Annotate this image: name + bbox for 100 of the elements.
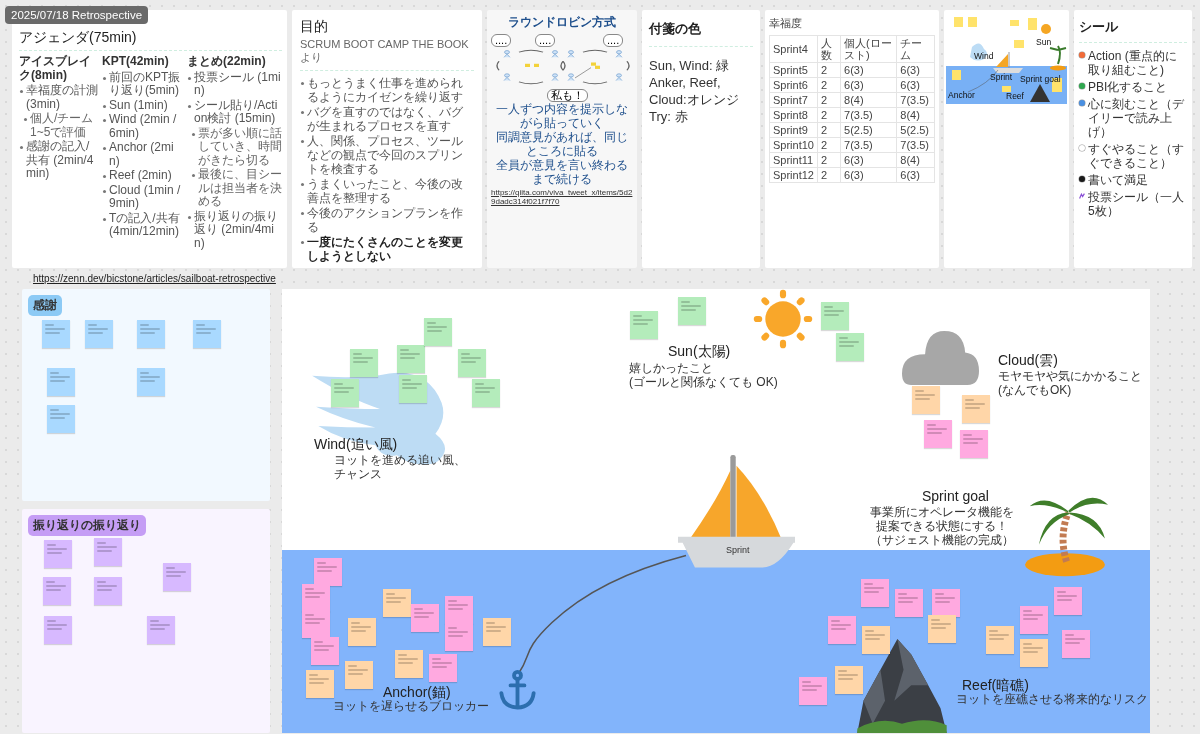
- section-heading: アイスブレイク(8min): [19, 55, 92, 82]
- agenda-subitem: 個人/チーム 1~5で評価: [23, 112, 99, 139]
- table-cell: Sprint10: [769, 137, 818, 153]
- agenda-item: 幸福度の計測 (3min): [19, 84, 99, 111]
- table-cell: Sprint5: [769, 62, 818, 78]
- area-title: Cloud(雲): [998, 352, 1058, 370]
- table-cell: 7(3.5): [840, 107, 897, 123]
- sticker-label: すぐやること（すぐできること）: [1088, 142, 1185, 170]
- table-cell: 7(3.5): [896, 92, 935, 108]
- area-title: Sprint goal: [922, 488, 989, 504]
- table-cell: 6(3): [840, 77, 897, 93]
- purpose-item: もっとうまく仕事を進められるようにカイゼンを繰り返す: [300, 76, 474, 104]
- column-header: 人数: [817, 35, 841, 63]
- thumbnail-label: Anchor: [948, 90, 975, 100]
- area-description: 事業所にオペレータ機能を 提案できる状態にする！ （サジェスト機能の完成）: [870, 505, 1014, 547]
- area-description: 嬉しかったこと (ゴールと関係なくても OK): [629, 361, 778, 389]
- area-description: ヨットを座礁させる将来的なリスク: [956, 692, 1148, 706]
- card-title: アジェンダ(75min): [19, 29, 138, 47]
- table-cell: 6(3): [840, 167, 897, 183]
- thumbnail-label: Sun: [1036, 37, 1052, 47]
- color-rule: Sun, Wind: 緑: [649, 57, 731, 74]
- thumbnail-label: Reef: [1006, 91, 1024, 101]
- speech-bubble: ....: [491, 34, 512, 47]
- purpose-item: 今後のアクションプランを作る: [300, 206, 474, 234]
- frame-label: 2025/07/18 Retrospective: [5, 6, 149, 24]
- sticker-label: Action (重点的に取り組むこと): [1088, 49, 1178, 77]
- agenda-item: 投票シール (1min): [187, 70, 282, 98]
- table-cell: 6(3): [896, 167, 935, 183]
- sticker-label: 投票シール（一人5枚）: [1088, 190, 1185, 218]
- color-rule: Try: 赤: [649, 108, 689, 125]
- card-title: シール: [1079, 18, 1119, 36]
- purpose-item: うまくいったこと、今後の改善点を整理する: [300, 177, 474, 205]
- area-title: Anchor(錨): [383, 684, 451, 700]
- thumbnail-label: Sprint: [990, 72, 1013, 82]
- area-description: ヨットを遅らせるブロッカー: [333, 699, 489, 713]
- purpose-item: 一度にたくさんのことを変更しようとしない: [300, 235, 474, 263]
- sticker-label: 書いて満足: [1088, 173, 1148, 187]
- agenda-item: 前回のKPT振り返り(5min): [102, 70, 184, 98]
- table-cell: 5(2.5): [896, 122, 935, 138]
- speech-bubble: ....: [603, 34, 624, 47]
- table-cell: 5(2.5): [840, 122, 897, 138]
- agenda-item: Tの記入/共有(4min/12min): [102, 211, 184, 239]
- card-title: ラウンドロビン方式: [507, 14, 617, 31]
- area-description: モヤモヤや気にかかること (なんでもOK): [998, 369, 1142, 397]
- agenda-item: Wind (2min / 6min): [102, 113, 184, 140]
- table-cell: 2: [817, 137, 841, 153]
- area-title: Reef(暗礁): [962, 677, 1029, 693]
- card-subtitle: SCRUM BOOT CAMP THE BOOKより: [300, 38, 470, 65]
- column-header: Sprint4: [769, 35, 818, 63]
- section-heading: KPT(42min): [102, 55, 170, 69]
- table-cell: 2: [817, 122, 841, 138]
- table-cell: Sprint7: [769, 92, 818, 108]
- table-cell: Sprint9: [769, 122, 818, 138]
- table-cell: 2: [817, 107, 841, 123]
- card-title: 幸福度: [769, 16, 803, 31]
- caption-line: 一人ずつ内容を提示しながら貼っていく: [495, 102, 629, 130]
- article-link[interactable]: https://zenn.dev/bicstone/articles/sailboat-retrospective: [33, 273, 276, 287]
- color-rule: Anker, Reef, Cloud:オレンジ: [649, 74, 740, 108]
- agenda-item: シール貼り/Action検討 (15min): [187, 98, 282, 126]
- table-cell: 2: [817, 152, 841, 168]
- speech-bubble: 私も！: [547, 89, 588, 102]
- table-cell: 6(3): [896, 77, 935, 93]
- caption-line: 同調意見があれば、同じところに貼る: [495, 130, 629, 158]
- panel-title: 振り返りの振り返り: [28, 515, 146, 536]
- table-cell: 6(3): [840, 62, 897, 78]
- thumbnail-label: Sprint goal: [1020, 74, 1061, 84]
- agenda-subitem: 最後に、目シールは担当者を決める: [191, 168, 282, 209]
- thumbnail-label: Wind: [974, 51, 994, 61]
- table-cell: Sprint8: [769, 107, 818, 123]
- boat-label: Sprint: [726, 545, 750, 555]
- table-cell: 6(3): [840, 152, 897, 168]
- column-header: 個人(ロースト): [840, 35, 897, 63]
- area-description: ヨットを進める追い風、 チャンス: [334, 453, 466, 481]
- table-cell: 2: [817, 77, 841, 93]
- sticker-label: 心に刻むこと（デイリーで読み上げ）: [1088, 97, 1185, 139]
- card-title: 目的: [300, 18, 329, 36]
- table-cell: 7(3.5): [840, 137, 897, 153]
- agenda-item: Reef (2min): [102, 169, 184, 183]
- agenda-item: 振り返りの振り返り (2min/4min): [187, 209, 282, 250]
- source-link[interactable]: https://qiita.com/viva_tweet_x/items/5d29dadc314f021f7f70: [491, 188, 633, 206]
- table-cell: 6(3): [896, 62, 935, 78]
- table-cell: 7(3.5): [896, 137, 935, 153]
- speech-bubble: ....: [535, 34, 556, 47]
- table-cell: Sprint11: [769, 152, 818, 168]
- table-cell: 8(4): [896, 107, 935, 123]
- table-cell: Sprint12: [769, 167, 818, 183]
- table-cell: 2: [817, 92, 841, 108]
- agenda-item: Anchor (2min): [102, 141, 184, 168]
- purpose-item: 人、関係、プロセス、ツールなどの観点で今回のスプリントを検査する: [300, 134, 474, 176]
- agenda-subitem: 票が多い順に話していき、時間がきたら切る: [191, 126, 282, 167]
- table-cell: 8(4): [896, 152, 935, 168]
- sticker-label: PBI化すること: [1088, 80, 1168, 94]
- table-cell: Sprint6: [769, 77, 818, 93]
- section-heading: まとめ(22min): [187, 55, 267, 69]
- table-cell: 2: [817, 62, 841, 78]
- card-title: 付箋の色: [649, 20, 702, 38]
- table-cell: 8(4): [840, 92, 897, 108]
- caption-line: 全員が意見を言い終わるまで続ける: [495, 158, 629, 186]
- table-cell: 2: [817, 167, 841, 183]
- agenda-item: 感謝の記入/共有 (2min/4min): [19, 140, 99, 181]
